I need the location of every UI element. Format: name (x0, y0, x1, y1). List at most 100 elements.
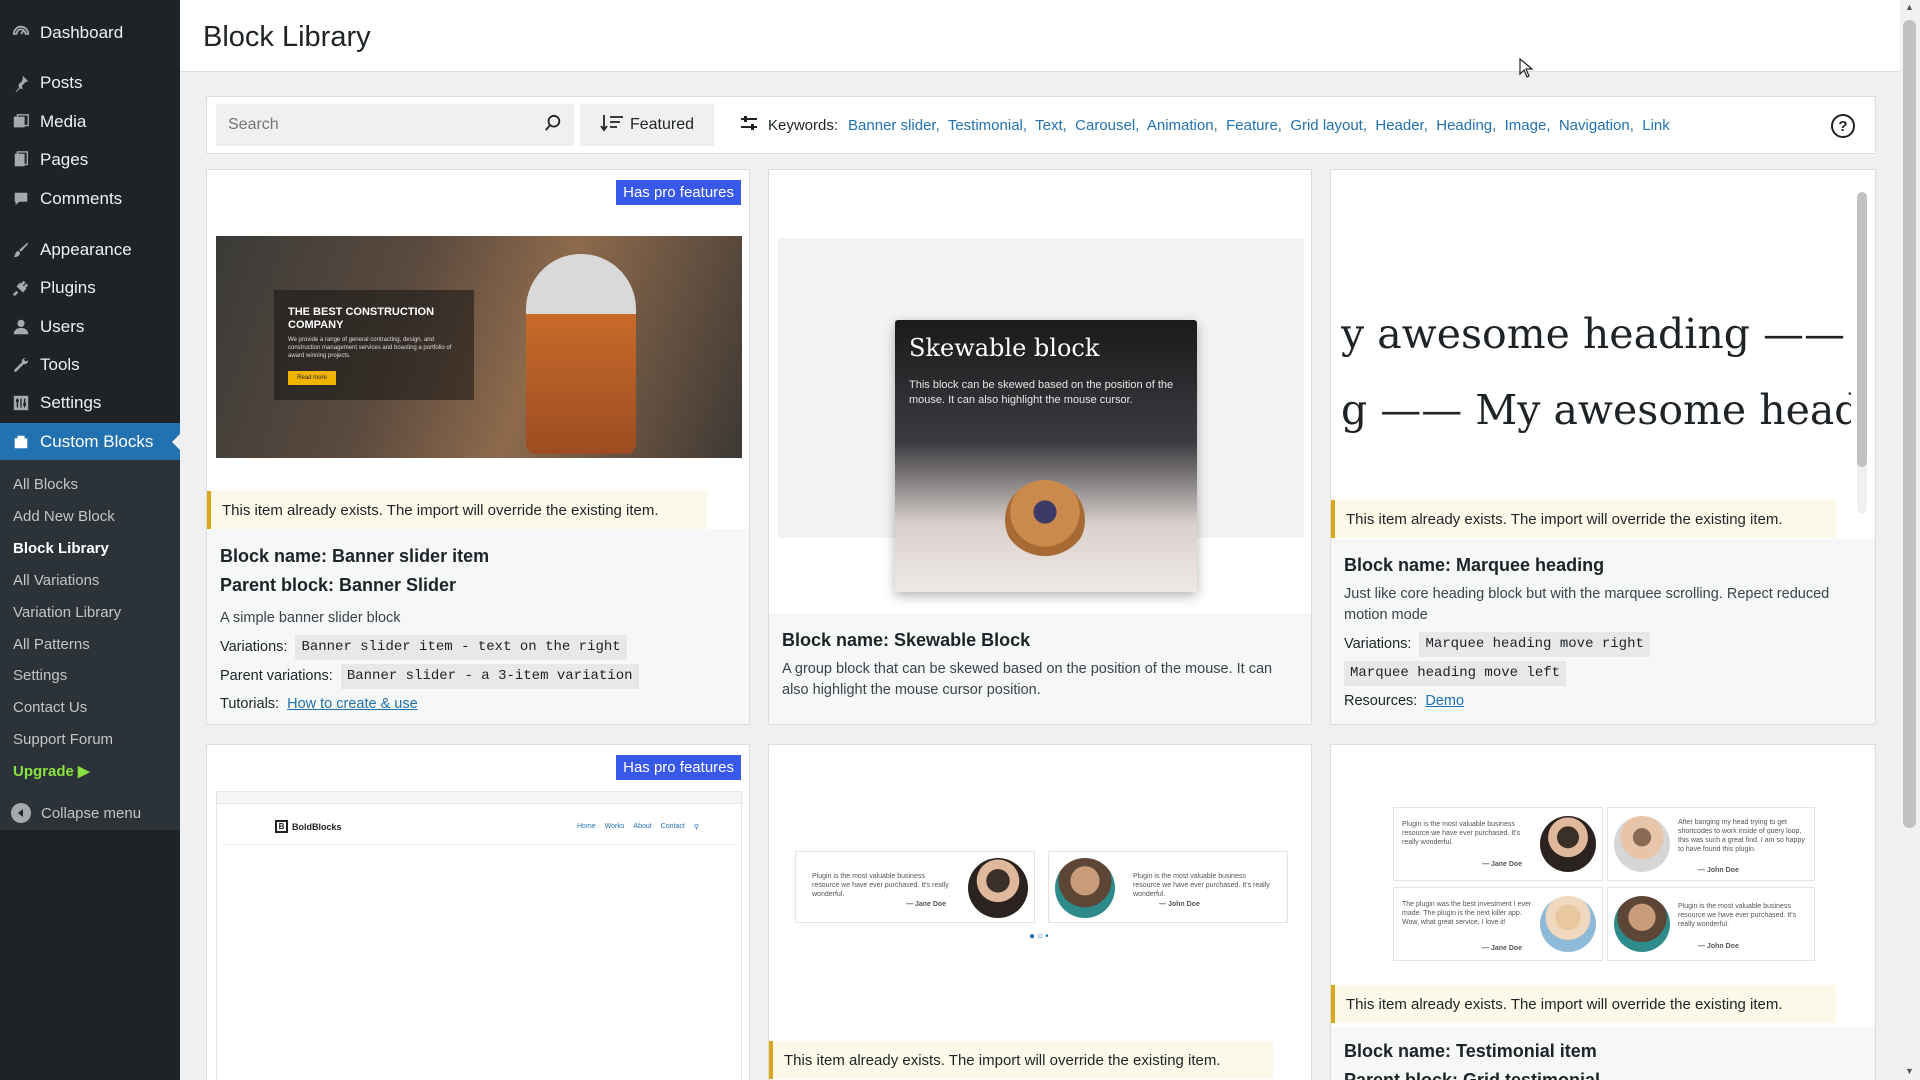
scroll-down-icon[interactable]: ▼ (1905, 1066, 1914, 1076)
collapse-menu-button[interactable]: Collapse menu (11, 803, 141, 823)
submenu-settings[interactable]: Settings (13, 666, 67, 686)
testimonial-quote: After banging my head trying to get shor… (1678, 819, 1805, 853)
submenu-block-library[interactable]: Block Library (13, 539, 109, 559)
resources-label: Resources: (1344, 693, 1418, 709)
preview-scrollbar[interactable] (1857, 192, 1867, 514)
nav-label: Tools (40, 355, 80, 374)
demo-link[interactable]: Demo (1425, 690, 1464, 713)
page-scroll-thumb[interactable] (1903, 20, 1916, 828)
block-preview[interactable]: Plugin is the most valuable business res… (769, 745, 1311, 1080)
header-nav-item: Contact (660, 823, 685, 830)
keyword-heading[interactable]: Heading, (1436, 117, 1496, 134)
resources-row: Resources: Demo (1344, 690, 1862, 713)
nav-appearance[interactable]: Appearance (0, 231, 180, 269)
keyword-feature[interactable]: Feature, (1226, 117, 1282, 134)
keyword-grid-layout[interactable]: Grid layout, (1290, 117, 1367, 134)
nav-users[interactable]: Users (0, 308, 180, 346)
hero-title: THE BEST CONSTRUCTION COMPANY (288, 306, 435, 331)
block-card-marquee-heading[interactable]: y awesome heading —— My g —— My awesome … (1330, 169, 1876, 725)
avatar-jane (1540, 816, 1596, 872)
keyword-text[interactable]: Text, (1035, 117, 1067, 134)
block-preview[interactable]: Has pro features THE BEST CONSTRUCTION C… (207, 170, 749, 529)
keyword-carousel[interactable]: Carousel, (1075, 117, 1139, 134)
block-preview[interactable]: Skewable block This block can be skewed … (769, 170, 1311, 613)
pro-features-badge: Has pro features (616, 755, 741, 780)
submenu-upgrade[interactable]: Upgrade ▶ (13, 762, 90, 782)
submenu-support-forum[interactable]: Support Forum (13, 730, 113, 750)
nav-settings[interactable]: Settings (0, 384, 180, 422)
variations-row: Variations: Banner slider item - text on… (220, 635, 736, 660)
block-card-header[interactable]: Has pro features B BoldBlocks Home Works … (206, 744, 750, 1080)
header-nav-item: About (633, 823, 652, 830)
submenu-all-blocks[interactable]: All Blocks (13, 475, 78, 495)
block-name: Block name: Marquee heading (1344, 555, 1605, 575)
worker-figure (526, 254, 636, 454)
block-preview[interactable]: y awesome heading —— My g —— My awesome … (1331, 170, 1875, 539)
block-preview[interactable]: Has pro features B BoldBlocks Home Works … (207, 745, 749, 1080)
keyword-link[interactable]: Link (1642, 117, 1670, 134)
scroll-up-icon[interactable]: ▲ (1905, 2, 1914, 12)
tutorials-row: Tutorials: How to create & use (220, 693, 736, 716)
testimonial-author: — Jane Doe (1482, 945, 1523, 952)
keyword-header[interactable]: Header, (1375, 117, 1428, 134)
submenu-add-new-block[interactable]: Add New Block (13, 507, 115, 527)
block-description: Just like core heading block but with th… (1344, 586, 1830, 623)
hero-text: We provide a range of general contractin… (288, 337, 452, 359)
logo-text: BoldBlocks (292, 821, 342, 832)
testimonial-author: — John Doe (1698, 867, 1739, 874)
block-card-testimonial-item[interactable]: Plugin is the most valuable business res… (1330, 744, 1876, 1080)
brush-icon (11, 240, 31, 260)
nav-dashboard[interactable]: Dashboard (0, 14, 180, 52)
submenu-variation-library[interactable]: Variation Library (13, 603, 121, 623)
block-card-skewable-block[interactable]: Skewable block This block can be skewed … (768, 169, 1312, 725)
submenu-all-variations[interactable]: All Variations (13, 571, 99, 591)
search-input[interactable] (228, 116, 544, 134)
submenu-all-patterns[interactable]: All Patterns (13, 635, 90, 655)
nav-plugins[interactable]: Plugins (0, 269, 180, 307)
block-card-testimonial-carousel[interactable]: Plugin is the most valuable business res… (768, 744, 1312, 1080)
search-icon[interactable] (544, 114, 562, 137)
avatar-john (1614, 896, 1670, 952)
dashboard-icon (11, 23, 31, 43)
page-scrollbar[interactable]: ▲ ▼ (1900, 0, 1920, 1080)
nav-pages[interactable]: Pages (0, 141, 180, 179)
testimonial-quote: Plugin is the most valuable business res… (1678, 903, 1797, 928)
comment-icon (11, 189, 31, 209)
mouse-cursor-icon (1519, 57, 1534, 83)
tutorial-link[interactable]: How to create & use (287, 693, 418, 716)
filter-sliders-icon (740, 115, 758, 135)
wrench-icon (11, 355, 31, 375)
nav-label: Plugins (40, 278, 96, 297)
block-preview[interactable]: Plugin is the most valuable business res… (1331, 745, 1875, 1027)
keyword-image[interactable]: Image, (1505, 117, 1551, 134)
collapse-arrow-icon (11, 803, 31, 823)
sort-featured-button[interactable]: Featured (580, 104, 714, 146)
help-icon[interactable]: ? (1831, 114, 1855, 138)
carousel-dots[interactable]: ●○• (1029, 931, 1051, 942)
preview-scroll-thumb[interactable] (1857, 192, 1867, 467)
block-icon (11, 432, 31, 452)
sort-label: Featured (629, 116, 695, 133)
nav-label: Appearance (40, 240, 132, 259)
block-info: Block name: Testimonial item Parent bloc… (1344, 1041, 1862, 1080)
nav-media[interactable]: Media (0, 103, 180, 141)
nav-comments[interactable]: Comments (0, 180, 180, 218)
keyword-list: Banner slider, Testimonial, Text, Carous… (848, 117, 1670, 134)
arrow-right-icon: ▶ (78, 763, 90, 780)
exists-notice: This item already exists. The import wil… (1331, 985, 1836, 1023)
nav-custom-blocks[interactable]: Custom Blocks (0, 423, 180, 461)
submenu-contact-us[interactable]: Contact Us (13, 698, 87, 718)
variations-row: Variations: Marquee heading move right M… (1344, 632, 1862, 686)
keyword-animation[interactable]: Animation, (1147, 117, 1218, 134)
header-nav: Home Works About Contact ⚲ (577, 823, 699, 831)
pages-icon (11, 150, 31, 170)
keyword-testimonial[interactable]: Testimonial, (948, 117, 1027, 134)
keyword-navigation[interactable]: Navigation, (1559, 117, 1634, 134)
pin-icon (11, 73, 31, 93)
block-card-banner-slider-item[interactable]: Has pro features THE BEST CONSTRUCTION C… (206, 169, 750, 725)
nav-tools[interactable]: Tools (0, 346, 180, 384)
nav-posts[interactable]: Posts (0, 64, 180, 102)
keyword-banner-slider[interactable]: Banner slider, (848, 117, 940, 134)
admin-sidebar: Dashboard Posts Media Pages Comments App… (0, 0, 180, 1080)
testimonial-author: — Jane Doe (1482, 861, 1523, 868)
